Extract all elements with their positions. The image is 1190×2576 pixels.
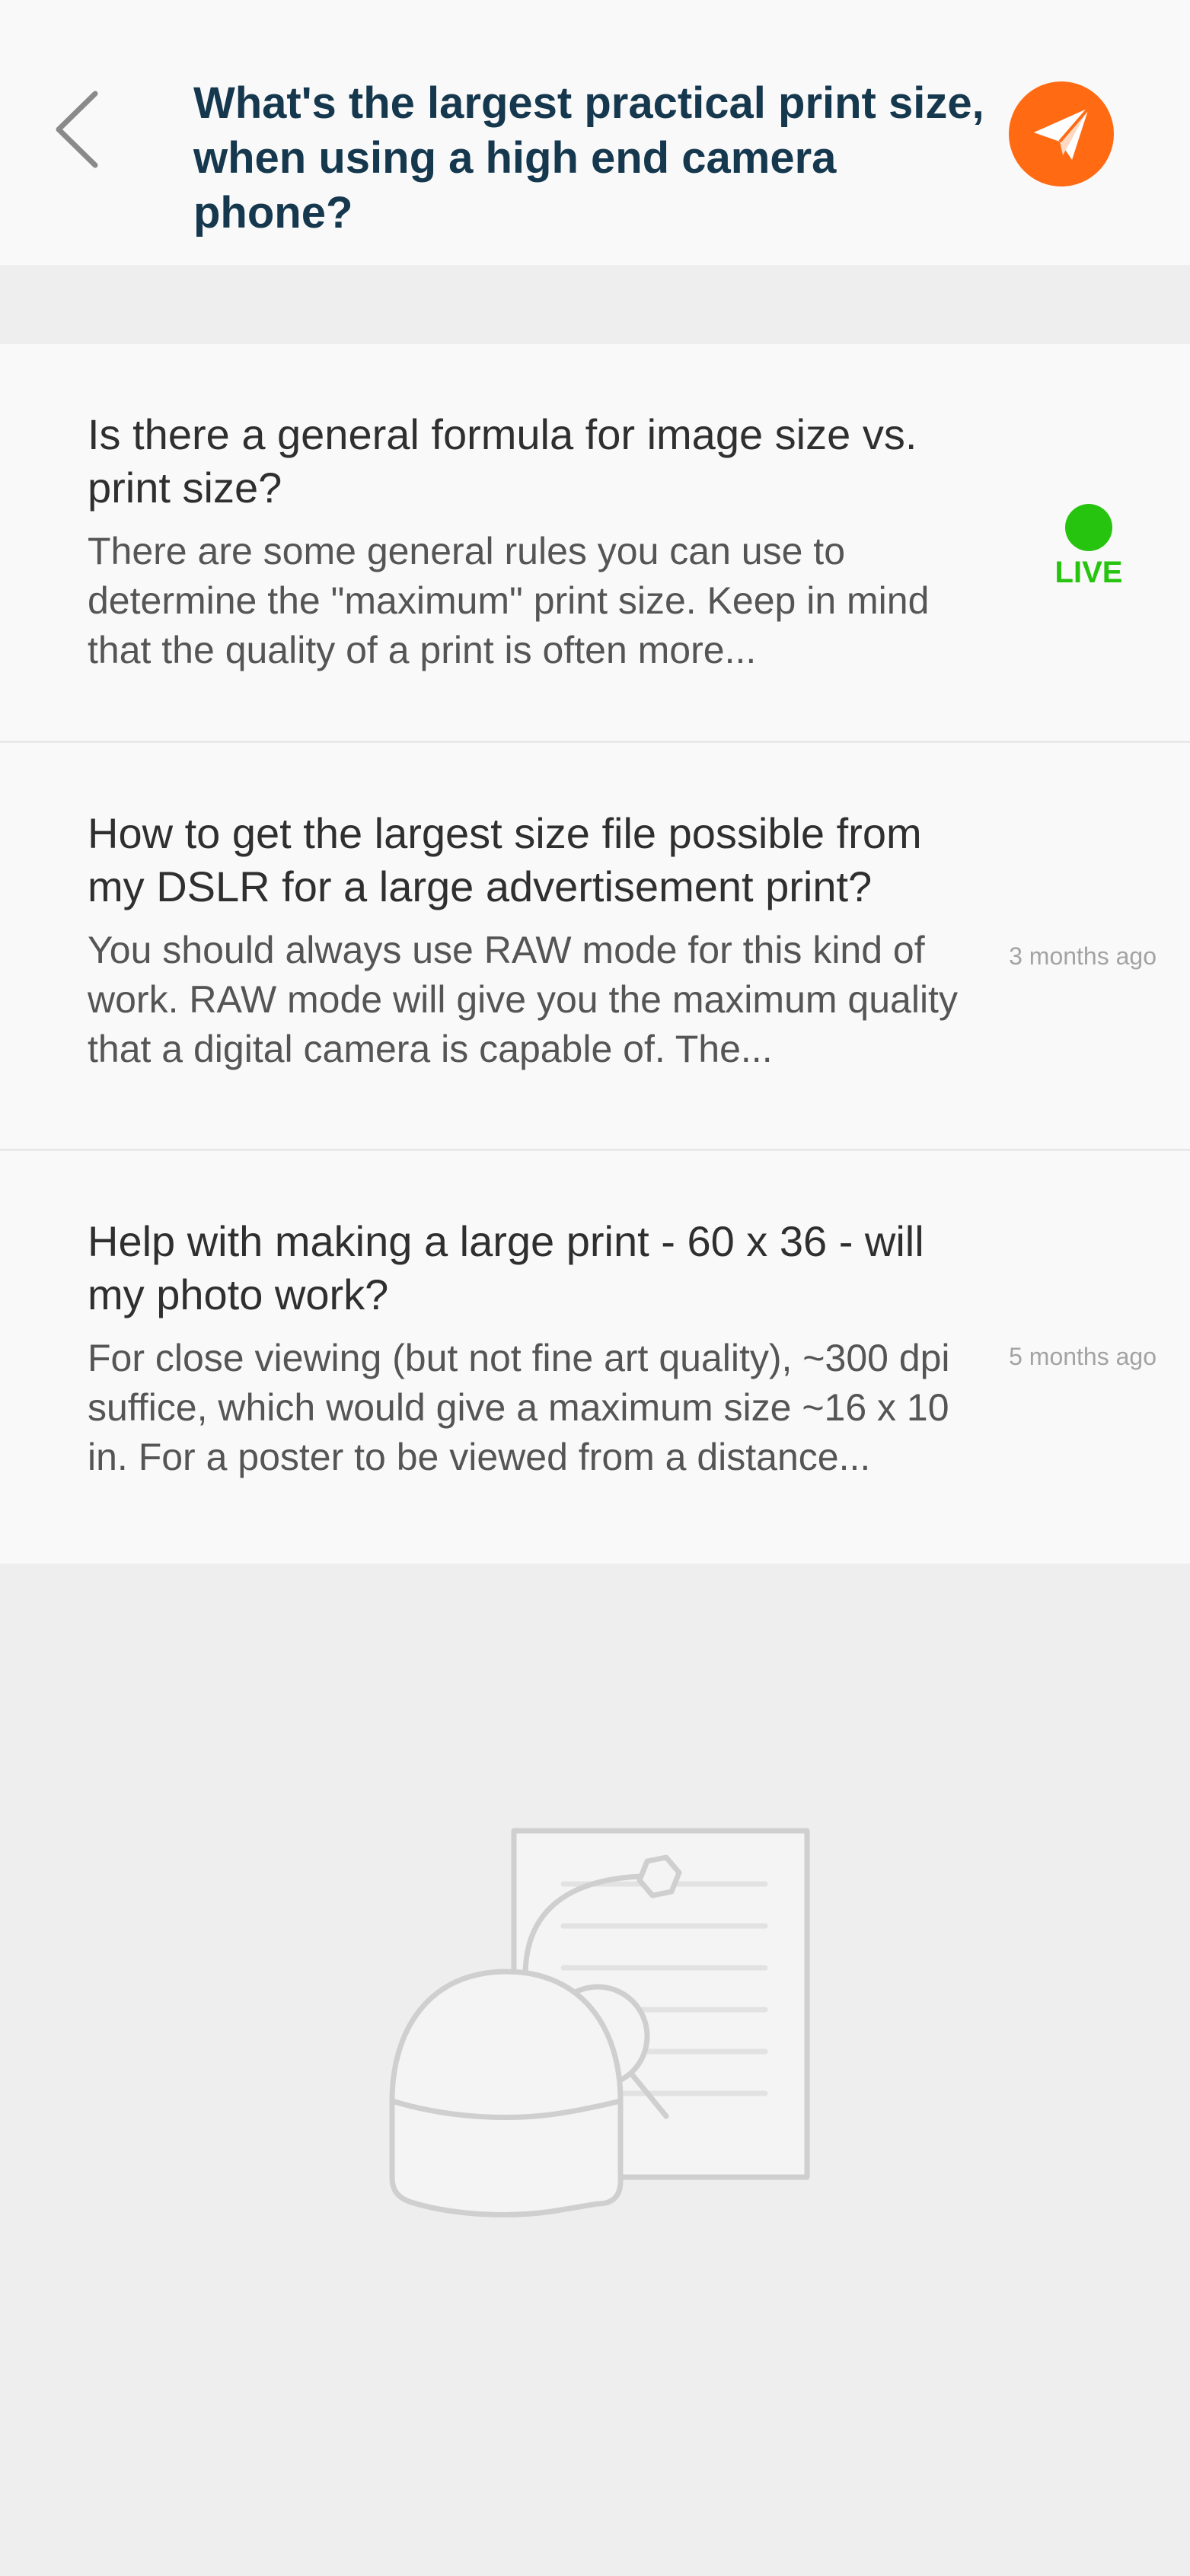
send-button[interactable] bbox=[1009, 81, 1114, 187]
back-button[interactable] bbox=[46, 84, 107, 175]
top-bar: What's the largest practical print size,… bbox=[0, 0, 1190, 265]
paper-plane-icon bbox=[1034, 107, 1090, 160]
live-label: LIVE bbox=[1054, 556, 1123, 589]
item-title: How to get the largest size file possibl… bbox=[88, 809, 922, 910]
list-item[interactable]: Help with making a large print - 60 x 36… bbox=[0, 1151, 1190, 1564]
item-timestamp: 3 months ago bbox=[1009, 942, 1157, 970]
item-title: Is there a general formula for image siz… bbox=[88, 410, 917, 512]
live-badge: LIVE bbox=[1054, 504, 1123, 590]
question-title: What's the largest practical print size,… bbox=[193, 78, 984, 238]
related-questions-list: Is there a general formula for image siz… bbox=[0, 344, 1190, 1564]
chevron-left-icon bbox=[56, 91, 98, 168]
live-indicator-dot bbox=[1065, 504, 1112, 551]
item-title: Help with making a large print - 60 x 36… bbox=[88, 1217, 924, 1318]
list-item[interactable]: Is there a general formula for image siz… bbox=[0, 344, 1190, 743]
item-snippet: There are some general rules you can use… bbox=[88, 530, 930, 671]
item-snippet: For close viewing (but not fine art qual… bbox=[88, 1337, 950, 1478]
section-spacer bbox=[0, 265, 1190, 344]
item-timestamp: 5 months ago bbox=[1009, 1343, 1157, 1370]
document-robot-illustration bbox=[389, 1828, 810, 2217]
item-snippet: You should always use RAW mode for this … bbox=[88, 929, 958, 1070]
list-item[interactable]: How to get the largest size file possibl… bbox=[0, 743, 1190, 1151]
